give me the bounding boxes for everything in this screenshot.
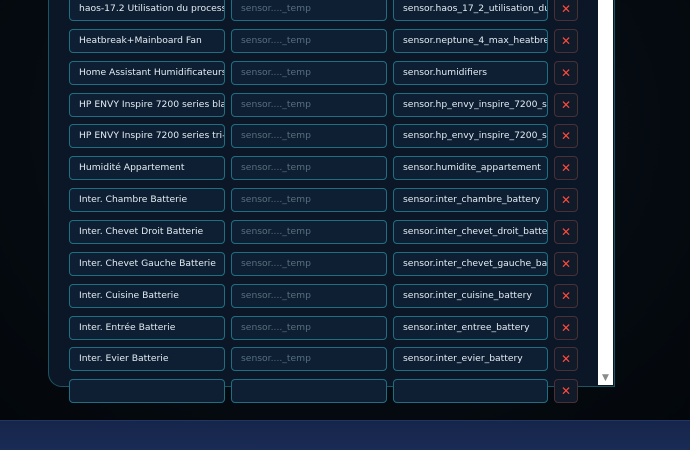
delete-row-button[interactable]: ✕ — [554, 0, 578, 21]
sensor-id-field[interactable]: sensor.inter_evier_battery — [393, 347, 548, 371]
sensor-id-field[interactable]: sensor.inter_entree_battery — [393, 316, 548, 340]
close-icon: ✕ — [560, 161, 572, 175]
close-icon: ✕ — [560, 321, 572, 335]
temperature-sensor-input[interactable]: sensor...._temp — [231, 93, 387, 117]
sensor-id-field[interactable]: sensor.inter_cuisine_battery — [393, 284, 548, 308]
temperature-sensor-input[interactable]: sensor...._temp — [231, 252, 387, 276]
delete-row-button[interactable]: ✕ — [554, 284, 578, 308]
entity-name-field[interactable]: Humidité Appartement — [69, 156, 225, 180]
delete-row-button[interactable]: ✕ — [554, 379, 578, 403]
temperature-sensor-input[interactable]: sensor...._temp — [231, 220, 387, 244]
entity-name-field[interactable]: Inter. Cuisine Batterie — [69, 284, 225, 308]
close-icon: ✕ — [560, 98, 572, 112]
sensor-id-field[interactable]: sensor.inter_chambre_battery — [393, 188, 548, 212]
close-icon: ✕ — [560, 34, 572, 48]
temperature-sensor-input[interactable]: sensor...._temp — [231, 0, 387, 21]
close-icon: ✕ — [560, 129, 572, 143]
sensor-id-field[interactable] — [393, 379, 548, 403]
entity-name-field[interactable]: HP ENVY Inspire 7200 series black cartri… — [69, 93, 225, 117]
close-icon: ✕ — [560, 66, 572, 80]
entity-name-field[interactable]: haos-17.2 Utilisation du processeur — [69, 0, 225, 21]
entity-name-field[interactable] — [69, 379, 225, 403]
close-icon: ✕ — [560, 289, 572, 303]
entity-name-field[interactable]: Inter. Entrée Batterie — [69, 316, 225, 340]
delete-row-button[interactable]: ✕ — [554, 29, 578, 53]
close-icon: ✕ — [560, 352, 572, 366]
temperature-sensor-input[interactable] — [231, 379, 387, 403]
temperature-sensor-input[interactable]: sensor...._temp — [231, 188, 387, 212]
sensor-id-field[interactable]: sensor.inter_chevet_droit_battery — [393, 220, 548, 244]
entity-name-field[interactable]: Inter. Evier Batterie — [69, 347, 225, 371]
entity-name-field[interactable]: Inter. Chevet Droit Batterie — [69, 220, 225, 244]
close-icon: ✕ — [560, 2, 572, 16]
entity-name-field[interactable]: HP ENVY Inspire 7200 series tri-color ca… — [69, 124, 225, 148]
temperature-sensor-input[interactable]: sensor...._temp — [231, 347, 387, 371]
scroll-down-arrow-icon[interactable]: ▼ — [598, 372, 613, 384]
sensor-id-field[interactable]: sensor.humidifiers — [393, 61, 548, 85]
delete-row-button[interactable]: ✕ — [554, 316, 578, 340]
delete-row-button[interactable]: ✕ — [554, 156, 578, 180]
sensor-id-field[interactable]: sensor.inter_chevet_gauche_battery — [393, 252, 548, 276]
sensor-id-field[interactable]: sensor.hp_envy_inspire_7200_series — [393, 93, 548, 117]
delete-row-button[interactable]: ✕ — [554, 347, 578, 371]
delete-row-button[interactable]: ✕ — [554, 61, 578, 85]
sensor-id-field[interactable]: sensor.haos_17_2_utilisation_du_processe… — [393, 0, 548, 21]
scrollbar[interactable]: ▼ — [598, 0, 613, 385]
entity-name-field[interactable]: Home Assistant Humidificateurs — [69, 61, 225, 85]
close-icon: ✕ — [560, 193, 572, 207]
delete-row-button[interactable]: ✕ — [554, 124, 578, 148]
temperature-sensor-input[interactable]: sensor...._temp — [231, 124, 387, 148]
sensor-id-field[interactable]: sensor.hp_envy_inspire_7200_series — [393, 124, 548, 148]
sensor-id-field[interactable]: sensor.humidite_appartement — [393, 156, 548, 180]
temperature-sensor-input[interactable]: sensor...._temp — [231, 284, 387, 308]
close-icon: ✕ — [560, 384, 572, 398]
delete-row-button[interactable]: ✕ — [554, 252, 578, 276]
temperature-sensor-input[interactable]: sensor...._temp — [231, 29, 387, 53]
delete-row-button[interactable]: ✕ — [554, 220, 578, 244]
entity-name-field[interactable]: Inter. Chevet Gauche Batterie — [69, 252, 225, 276]
sensor-id-field[interactable]: sensor.neptune_4_max_heatbreak_mainboard… — [393, 29, 548, 53]
bottom-bar — [0, 420, 690, 450]
delete-row-button[interactable]: ✕ — [554, 188, 578, 212]
temperature-sensor-input[interactable]: sensor...._temp — [231, 61, 387, 85]
temperature-sensor-input[interactable]: sensor...._temp — [231, 156, 387, 180]
entity-name-field[interactable]: Heatbreak+Mainboard Fan — [69, 29, 225, 53]
temperature-sensor-input[interactable]: sensor...._temp — [231, 316, 387, 340]
close-icon: ✕ — [560, 257, 572, 271]
delete-row-button[interactable]: ✕ — [554, 93, 578, 117]
entity-name-field[interactable]: Inter. Chambre Batterie — [69, 188, 225, 212]
close-icon: ✕ — [560, 225, 572, 239]
